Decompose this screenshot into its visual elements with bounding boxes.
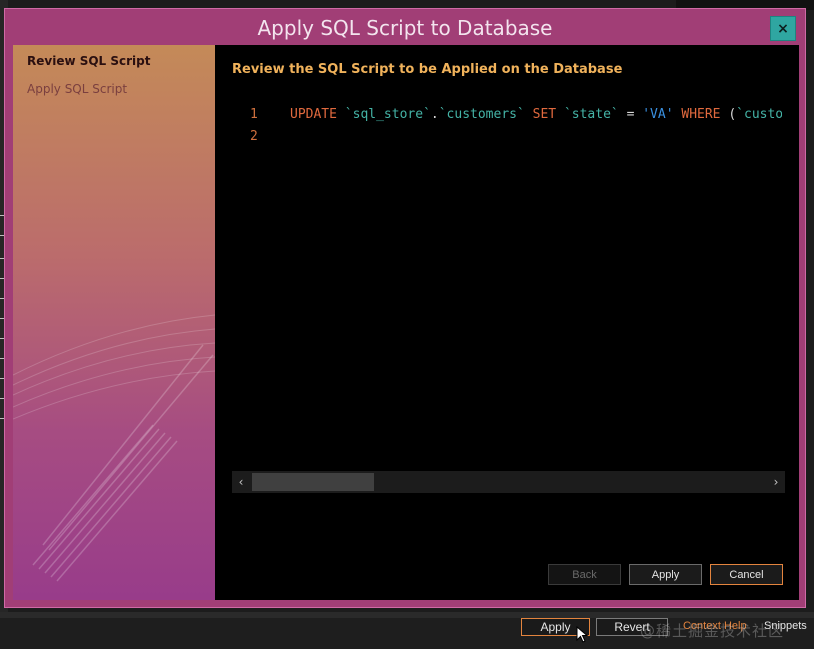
wizard-content: Review the SQL Script to be Applied on t… xyxy=(215,45,799,600)
sql-token: `state` xyxy=(563,107,619,122)
apply-sql-dialog: Apply SQL Script to Database × Review SQ… xyxy=(4,8,806,608)
content-heading: Review the SQL Script to be Applied on t… xyxy=(232,62,623,77)
scroll-right-icon[interactable]: › xyxy=(767,471,785,493)
step-review-sql-script: Review SQL Script xyxy=(27,54,151,68)
dialog-title: Apply SQL Script to Database xyxy=(257,16,553,40)
sql-token: . xyxy=(430,107,439,122)
apply-button[interactable]: Apply xyxy=(629,564,702,585)
sql-token: SET xyxy=(532,107,557,122)
close-button[interactable]: × xyxy=(770,16,796,41)
line-number: 2 xyxy=(250,129,258,144)
decorative-swoosh xyxy=(13,314,215,582)
horizontal-scrollbar[interactable]: ‹ › xyxy=(232,471,785,493)
sql-token: ( xyxy=(720,107,737,122)
step-apply-sql-script: Apply SQL Script xyxy=(27,82,128,96)
sql-token: 'VA' xyxy=(642,107,674,122)
sql-token: `custome xyxy=(736,107,782,122)
mouse-cursor-icon xyxy=(576,626,588,643)
sql-token: `customers` xyxy=(438,107,525,122)
sql-editor[interactable]: 1 UPDATE `sql_store`.`customers` SET `sta… xyxy=(232,107,782,467)
sql-token: UPDATE xyxy=(290,107,337,122)
watermark: @稀土掘金技术社区 xyxy=(640,622,785,640)
wizard-steps-panel: Review SQL Script Apply SQL Script xyxy=(13,45,215,600)
sql-token: `sql_store` xyxy=(344,107,431,122)
cancel-button[interactable]: Cancel xyxy=(710,564,783,585)
sql-token: = xyxy=(618,107,643,122)
back-button[interactable]: Back xyxy=(548,564,621,585)
line-code: UPDATE `sql_store`.`customers` SET `stat… xyxy=(290,107,782,122)
background-strip xyxy=(0,612,814,618)
line-number: 1 xyxy=(250,107,258,122)
scrollbar-thumb[interactable] xyxy=(252,473,374,491)
scroll-left-icon[interactable]: ‹ xyxy=(232,471,250,493)
close-icon: × xyxy=(777,20,789,37)
sql-token: WHERE xyxy=(681,107,721,122)
